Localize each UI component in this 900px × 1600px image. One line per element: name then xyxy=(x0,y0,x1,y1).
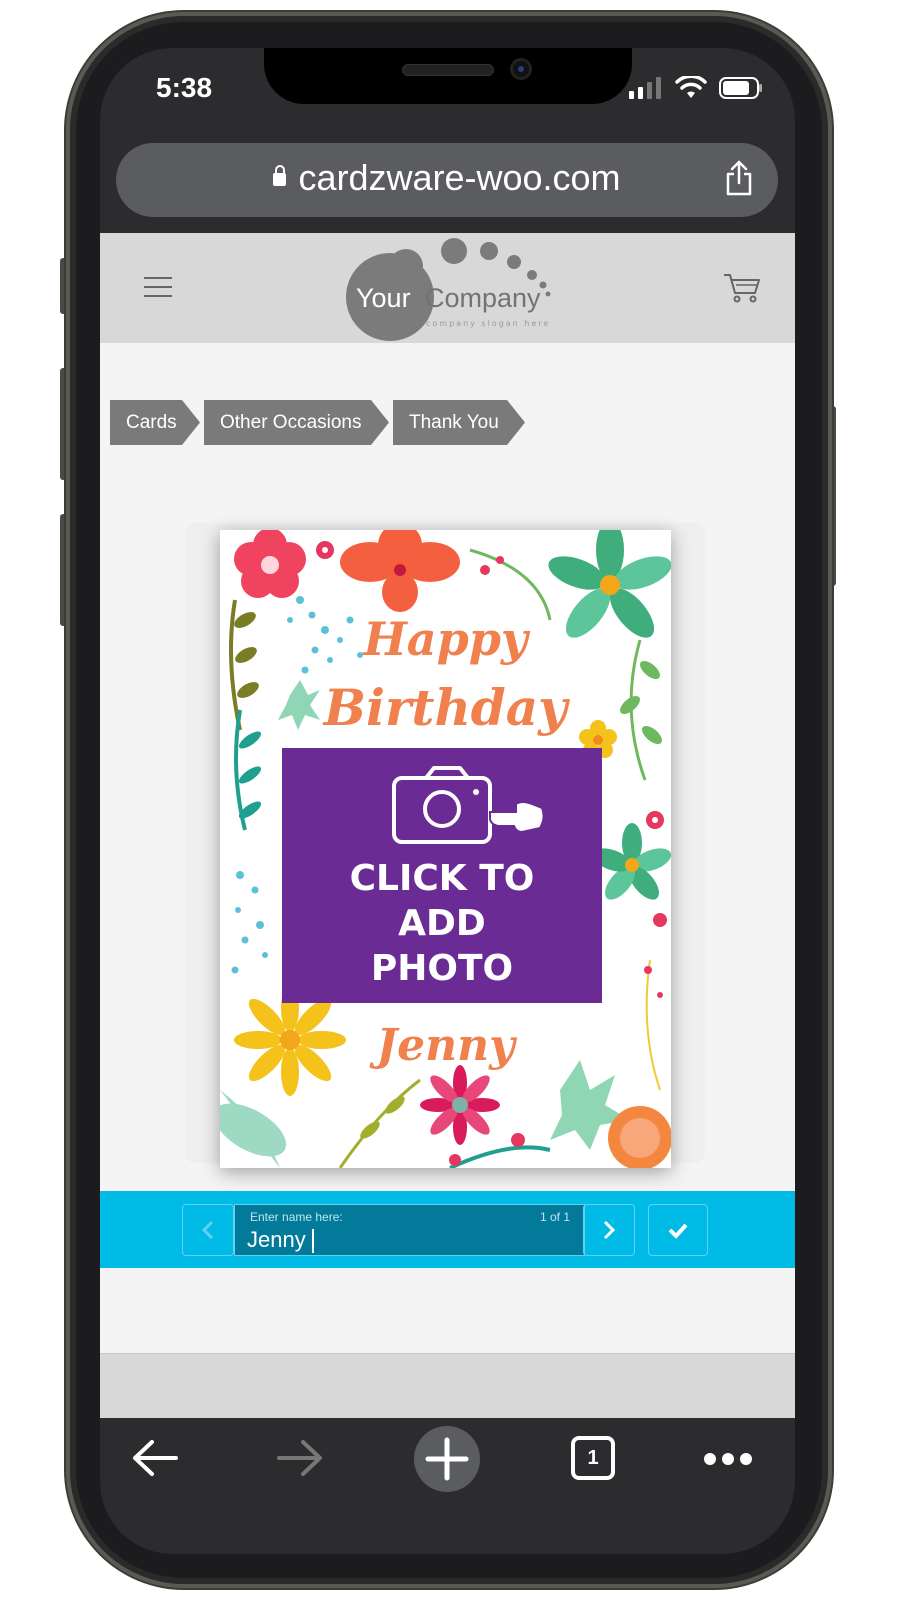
menu-icon[interactable] xyxy=(144,277,172,299)
phone-screen: 5:38 cardzware-woo.com Your Company comp… xyxy=(100,48,795,1554)
next-field-button[interactable] xyxy=(583,1204,635,1256)
new-tab-button[interactable] xyxy=(414,1426,480,1492)
lock-icon xyxy=(273,165,287,186)
address-bar[interactable]: cardzware-woo.com xyxy=(116,143,778,217)
chevron-left-icon xyxy=(201,1220,214,1240)
more-icon[interactable] xyxy=(703,1452,753,1466)
card-greeting-line1: Happy xyxy=(363,612,528,666)
battery-icon xyxy=(719,77,762,99)
add-photo-line3: PHOTO xyxy=(370,948,514,989)
card-recipient-name[interactable]: Jenny xyxy=(220,1020,671,1071)
browser-url-area: cardzware-woo.com xyxy=(100,138,795,233)
site-header: Your Company company slogan here xyxy=(100,233,795,343)
page-footer-strip xyxy=(100,1353,795,1418)
new-tab-plus-icon xyxy=(425,1437,469,1481)
breadcrumb-thank-you[interactable]: Thank You xyxy=(393,400,525,445)
name-field[interactable]: Enter name here: 1 of 1 xyxy=(234,1204,585,1256)
status-icons xyxy=(629,76,763,100)
checkmark-icon xyxy=(668,1223,688,1239)
logo-word-your: Your xyxy=(356,283,411,313)
wifi-icon xyxy=(675,76,707,98)
logo-slogan: company slogan here xyxy=(426,319,551,328)
tabs-button[interactable]: 1 xyxy=(571,1436,615,1480)
birthday-card-preview[interactable]: Happy Birthday CLICK TO ADD PHOTO Jenny xyxy=(220,530,671,1168)
url-display[interactable]: cardzware-woo.com xyxy=(116,157,778,199)
signal-bars-icon xyxy=(629,77,661,99)
previous-field-button[interactable] xyxy=(182,1204,234,1256)
browser-toolbar: 1 xyxy=(100,1418,795,1554)
logo-word-company: Company xyxy=(425,283,541,313)
card-greeting-line2: Birthday xyxy=(323,678,568,737)
add-photo-button[interactable]: CLICK TO ADD PHOTO xyxy=(282,748,602,1003)
add-photo-line1: CLICK TO xyxy=(349,858,535,899)
status-time: 5:38 xyxy=(156,72,213,103)
share-icon[interactable] xyxy=(724,159,754,197)
tabs-icon: 1 xyxy=(587,1447,599,1469)
speaker-grille xyxy=(402,64,494,76)
breadcrumb-other-occasions[interactable]: Other Occasions xyxy=(204,400,389,445)
notch xyxy=(264,48,632,104)
add-photo-label: CLICK TO ADD PHOTO xyxy=(282,856,602,991)
confirm-button[interactable] xyxy=(648,1204,708,1256)
text-edit-toolbar: Enter name here: 1 of 1 xyxy=(100,1191,795,1268)
url-text: cardzware-woo.com xyxy=(298,157,621,198)
cart-icon[interactable] xyxy=(722,271,762,305)
name-field-label: Enter name here: xyxy=(250,1210,343,1224)
name-input[interactable] xyxy=(247,1227,567,1253)
web-page: Your Company company slogan here Cards O… xyxy=(100,233,795,1418)
back-arrow-icon[interactable] xyxy=(130,1438,180,1478)
pointing-hand-icon xyxy=(489,801,545,834)
company-logo[interactable]: Your Company company slogan here xyxy=(344,233,564,343)
front-camera xyxy=(510,58,532,80)
add-photo-line2: ADD xyxy=(398,903,486,944)
text-cursor xyxy=(312,1229,314,1253)
field-counter: 1 of 1 xyxy=(539,1210,570,1224)
breadcrumb-cards[interactable]: Cards xyxy=(110,400,200,445)
forward-arrow-icon[interactable] xyxy=(275,1438,325,1478)
chevron-right-icon xyxy=(603,1220,616,1240)
